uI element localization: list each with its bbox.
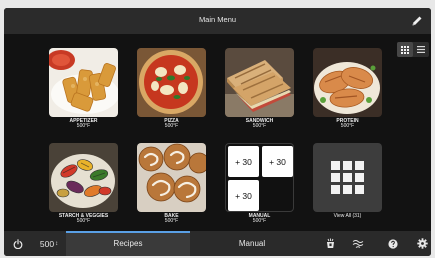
view-all-label: View All (31) <box>305 213 390 219</box>
bake-image <box>137 143 206 212</box>
power-button[interactable] <box>4 231 32 256</box>
recipe-label: SANDWICH 500°F <box>217 118 302 130</box>
recipe-temp: 500°F <box>164 218 179 225</box>
grid-icon <box>331 161 364 194</box>
recipe-tile-pizza[interactable]: PIZZA 500°F <box>137 48 206 129</box>
fan-button[interactable] <box>348 231 368 256</box>
temperature-control[interactable]: 500 ↕ <box>32 231 66 256</box>
grid-view-icon <box>401 45 409 54</box>
recipe-label: APPETIZER 500°F <box>41 118 126 130</box>
time-chip: + 30 <box>228 180 259 211</box>
oven-screen: Main Menu APPETIZER 500°F PIZZA 500°F SA… <box>4 8 431 256</box>
help-button[interactable] <box>383 231 403 256</box>
tab-recipes[interactable]: Recipes <box>66 231 190 256</box>
recipe-label: PIZZA 500°F <box>129 118 214 130</box>
recipe-label: PROTEIN 500°F <box>305 118 390 130</box>
appetizer-image <box>49 48 118 117</box>
tab-recipes-label: Recipes <box>113 239 143 248</box>
recipe-label: MANUAL 500°F <box>217 213 302 225</box>
view-toggle <box>397 42 429 57</box>
recipe-tile-sandwich[interactable]: SANDWICH 500°F <box>225 48 294 129</box>
list-view-button[interactable] <box>413 42 429 57</box>
temperature-adjust-icon: ↕ <box>55 240 59 247</box>
oven-cleaning-button[interactable] <box>320 231 340 256</box>
recipe-temp: 500°F <box>340 123 355 130</box>
recipe-tile-appetizer[interactable]: APPETIZER 500°F <box>49 48 118 129</box>
recipe-tile-bake[interactable]: BAKE 500°F <box>137 143 206 224</box>
settings-icon <box>416 238 428 249</box>
power-icon <box>13 238 23 249</box>
starch-veggies-image <box>49 143 118 212</box>
oven-cleaning-icon <box>326 238 334 248</box>
time-chip: + 30 <box>262 146 293 177</box>
sandwich-image <box>225 48 294 117</box>
help-icon <box>388 238 398 249</box>
recipe-temp: 500°F <box>252 218 267 225</box>
recipe-label: BAKE 500°F <box>129 213 214 225</box>
protein-image <box>313 48 382 117</box>
recipe-temp: 500°F <box>76 123 91 130</box>
recipe-temp: 500°F <box>252 123 267 130</box>
recipe-tile-protein[interactable]: PROTEIN 500°F <box>313 48 382 129</box>
edit-button[interactable] <box>409 13 425 29</box>
settings-button[interactable] <box>413 231 431 256</box>
bottom-bar: 500 ↕ Recipes Manual <box>4 231 431 256</box>
tab-manual-label: Manual <box>238 239 266 248</box>
pizza-image <box>137 48 206 117</box>
view-all-button <box>313 143 382 212</box>
recipe-label: STARCH & VEGGIES 500°F <box>41 213 126 225</box>
recipe-tile-starch-veggies[interactable]: STARCH & VEGGIES 500°F <box>49 143 118 224</box>
pencil-icon <box>412 16 422 26</box>
top-bar: Main Menu <box>4 8 431 34</box>
temperature-value: 500 <box>39 238 55 249</box>
recipe-temp: 500°F <box>164 123 179 130</box>
view-all-tile[interactable]: View All (31) <box>313 143 382 223</box>
recipe-temp: 500°F <box>76 218 91 225</box>
fan-icon <box>352 239 364 248</box>
time-chip: + 30 <box>228 146 259 177</box>
grid-view-button[interactable] <box>397 42 413 57</box>
manual-preset-grid: + 30 + 30 + 30 <box>225 143 294 212</box>
list-view-icon <box>417 46 425 53</box>
view-all-text: View All (31) <box>333 213 362 219</box>
tab-manual[interactable]: Manual <box>190 231 314 256</box>
recipe-tile-manual[interactable]: + 30 + 30 + 30 MANUAL 500°F <box>225 143 294 224</box>
page-title: Main Menu <box>198 15 237 24</box>
